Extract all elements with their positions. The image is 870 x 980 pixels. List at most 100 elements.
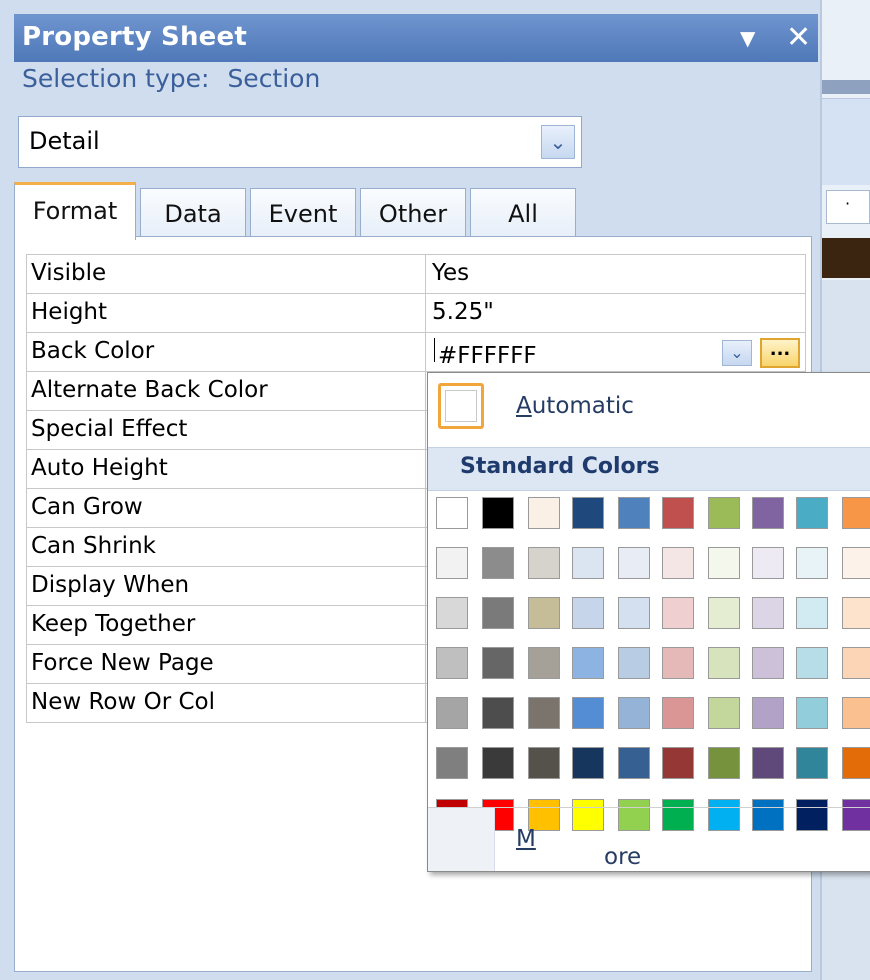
color-swatch[interactable] bbox=[662, 547, 694, 579]
color-swatch[interactable] bbox=[662, 497, 694, 529]
color-swatch[interactable] bbox=[708, 697, 740, 729]
property-name: Can Grow bbox=[31, 494, 143, 520]
color-swatch[interactable] bbox=[482, 597, 514, 629]
background-ribbon bbox=[822, 98, 870, 185]
color-swatch[interactable] bbox=[752, 697, 784, 729]
color-swatch[interactable] bbox=[708, 497, 740, 529]
property-row-back-color[interactable]: Back Color #FFFFFF bbox=[26, 333, 806, 372]
color-swatch[interactable] bbox=[842, 697, 870, 729]
tab-other[interactable]: Other bbox=[360, 188, 466, 238]
color-swatch[interactable] bbox=[796, 697, 828, 729]
color-swatch[interactable] bbox=[796, 747, 828, 779]
close-icon[interactable]: ✕ bbox=[786, 20, 811, 55]
color-swatch[interactable] bbox=[796, 547, 828, 579]
build-ellipsis-button[interactable]: ... bbox=[760, 338, 800, 368]
color-swatch[interactable] bbox=[796, 497, 828, 529]
property-value: #FFFFFF bbox=[438, 343, 537, 369]
tab-event[interactable]: Event bbox=[250, 188, 356, 238]
property-row-height[interactable]: Height 5.25" bbox=[26, 294, 806, 333]
tab-all[interactable]: All bbox=[470, 188, 576, 238]
color-swatch[interactable] bbox=[796, 597, 828, 629]
color-swatch[interactable] bbox=[572, 647, 604, 679]
color-swatch[interactable] bbox=[572, 597, 604, 629]
background-section-bar bbox=[822, 238, 870, 278]
color-swatch[interactable] bbox=[662, 747, 694, 779]
color-swatch[interactable] bbox=[752, 747, 784, 779]
color-swatch[interactable] bbox=[572, 747, 604, 779]
color-swatch[interactable] bbox=[436, 597, 468, 629]
color-swatch[interactable] bbox=[482, 697, 514, 729]
property-name: Height bbox=[31, 299, 108, 325]
color-swatch[interactable] bbox=[752, 597, 784, 629]
property-name: Can Shrink bbox=[31, 533, 156, 559]
color-swatch[interactable] bbox=[618, 497, 650, 529]
color-swatch[interactable] bbox=[708, 647, 740, 679]
pane-menu-icon[interactable]: ▼ bbox=[740, 26, 755, 50]
tab-format[interactable]: Format bbox=[14, 182, 136, 240]
color-swatch[interactable] bbox=[528, 697, 560, 729]
color-swatch[interactable] bbox=[708, 547, 740, 579]
property-name: Auto Height bbox=[31, 455, 168, 481]
property-name: Alternate Back Color bbox=[31, 377, 268, 403]
automatic-color-swatch[interactable] bbox=[438, 383, 484, 429]
color-swatch[interactable] bbox=[796, 647, 828, 679]
back-color-dropdown-button[interactable]: ⌄ bbox=[722, 340, 752, 366]
property-value-cell[interactable]: 5.25" bbox=[425, 294, 808, 332]
color-swatch[interactable] bbox=[572, 697, 604, 729]
color-swatch[interactable] bbox=[752, 497, 784, 529]
color-swatch[interactable] bbox=[752, 547, 784, 579]
selection-type: Selection type: Section bbox=[22, 64, 320, 93]
color-swatch[interactable] bbox=[572, 547, 604, 579]
color-swatch[interactable] bbox=[708, 597, 740, 629]
color-swatch[interactable] bbox=[842, 547, 870, 579]
property-name: Display When bbox=[31, 572, 190, 598]
color-swatch[interactable] bbox=[482, 547, 514, 579]
automatic-color-option[interactable]: Automatic bbox=[428, 373, 870, 445]
color-swatch[interactable] bbox=[842, 647, 870, 679]
color-swatch[interactable] bbox=[618, 647, 650, 679]
color-swatch[interactable] bbox=[842, 747, 870, 779]
background-ruler bbox=[822, 80, 870, 94]
color-swatch[interactable] bbox=[618, 597, 650, 629]
more-colors-gutter bbox=[428, 808, 495, 871]
color-swatch[interactable] bbox=[618, 747, 650, 779]
color-swatch[interactable] bbox=[662, 647, 694, 679]
color-swatch[interactable] bbox=[482, 747, 514, 779]
property-name: Visible bbox=[31, 260, 107, 286]
color-swatch[interactable] bbox=[436, 547, 468, 579]
color-swatch[interactable] bbox=[482, 647, 514, 679]
more-colors-option[interactable]: More Colors... bbox=[428, 807, 870, 871]
more-colors-label: More Colors... bbox=[516, 826, 698, 871]
color-swatch[interactable] bbox=[482, 497, 514, 529]
property-value: 5.25" bbox=[432, 299, 494, 325]
pane-title: Property Sheet bbox=[22, 22, 247, 52]
object-selector-combo[interactable]: Detail ⌄ bbox=[18, 116, 582, 168]
chevron-down-icon[interactable]: ⌄ bbox=[541, 125, 575, 159]
color-swatch[interactable] bbox=[662, 697, 694, 729]
color-swatch[interactable] bbox=[528, 497, 560, 529]
color-swatch[interactable] bbox=[618, 697, 650, 729]
color-swatch[interactable] bbox=[436, 697, 468, 729]
color-swatch[interactable] bbox=[436, 647, 468, 679]
color-swatch[interactable] bbox=[528, 647, 560, 679]
property-value-cell[interactable]: Yes bbox=[425, 255, 808, 293]
color-swatch[interactable] bbox=[528, 747, 560, 779]
color-swatch[interactable] bbox=[708, 747, 740, 779]
pane-title-bar: Property Sheet ▼ ✕ bbox=[14, 14, 818, 62]
color-swatch[interactable] bbox=[436, 747, 468, 779]
color-swatch[interactable] bbox=[572, 497, 604, 529]
standard-colors-title: Standard Colors bbox=[460, 454, 660, 479]
color-swatch[interactable] bbox=[842, 497, 870, 529]
tab-data[interactable]: Data bbox=[140, 188, 246, 238]
property-row-visible[interactable]: Visible Yes bbox=[26, 255, 806, 294]
property-name: Special Effect bbox=[31, 416, 188, 442]
color-swatch[interactable] bbox=[618, 547, 650, 579]
color-swatch[interactable] bbox=[436, 497, 468, 529]
color-picker-popup: Automatic Standard Colors More Colors... bbox=[427, 372, 870, 872]
color-swatch[interactable] bbox=[842, 597, 870, 629]
color-swatch[interactable] bbox=[528, 547, 560, 579]
color-swatch[interactable] bbox=[662, 597, 694, 629]
selection-type-value: Section bbox=[227, 64, 321, 93]
color-swatch[interactable] bbox=[752, 647, 784, 679]
color-swatch[interactable] bbox=[528, 597, 560, 629]
